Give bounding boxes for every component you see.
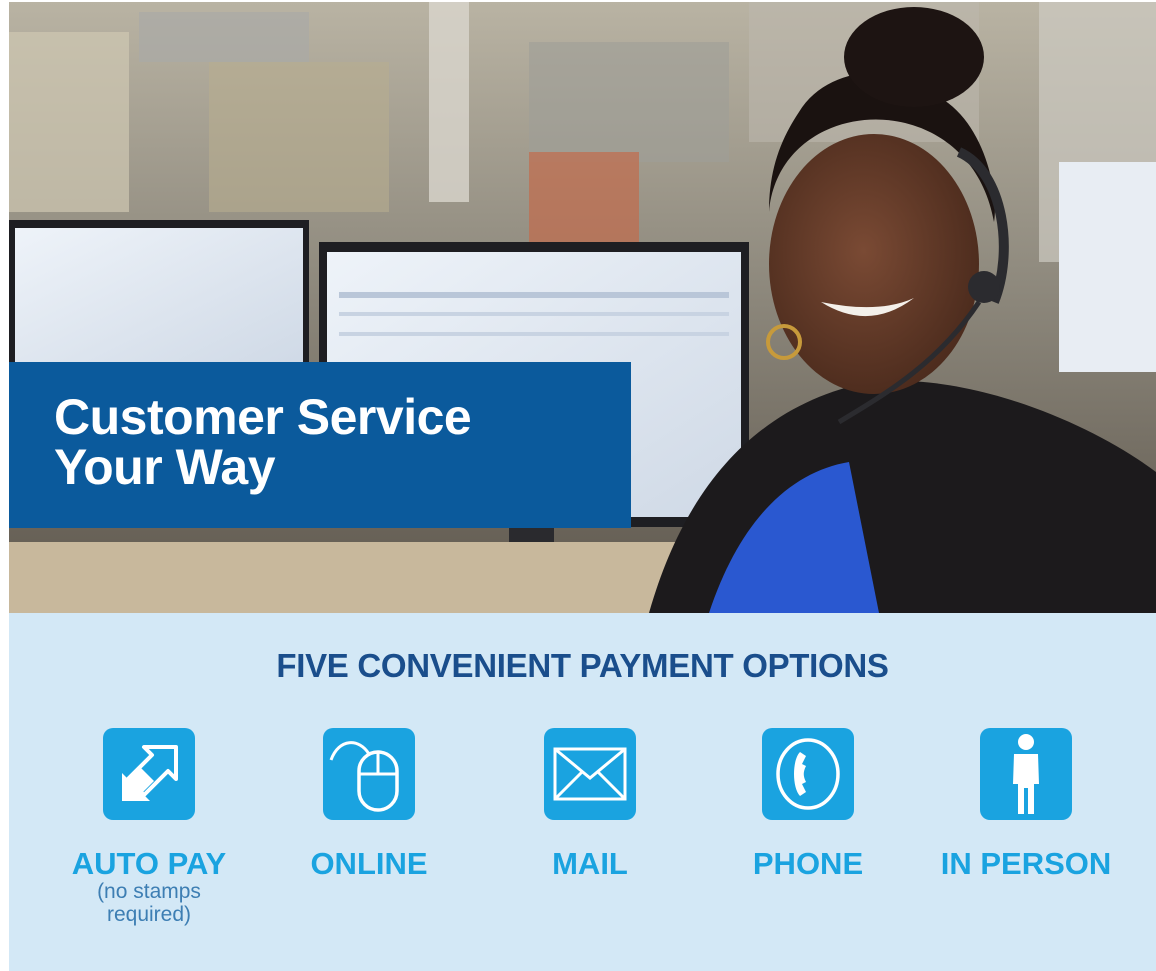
- phone-icon: [762, 728, 854, 820]
- option-in-person-label: IN PERSON: [940, 846, 1112, 881]
- auto-pay-arrows-icon: [103, 728, 195, 820]
- option-online[interactable]: ONLINE: [269, 728, 469, 880]
- envelope-icon: [544, 728, 636, 820]
- option-auto-pay-label: AUTO PAY: [71, 846, 227, 881]
- option-phone[interactable]: PHONE: [708, 728, 908, 880]
- person-icon: [980, 728, 1072, 820]
- option-mail[interactable]: MAIL: [490, 728, 690, 880]
- headline-banner: Customer Service Your Way: [9, 362, 631, 528]
- option-online-label: ONLINE: [310, 846, 428, 881]
- page: Customer Service Your Way FIVE CONVENIEN…: [0, 0, 1156, 971]
- computer-mouse-icon: [323, 728, 415, 820]
- headline-line-2: Your Way: [54, 439, 276, 495]
- headline: Customer Service Your Way: [54, 389, 472, 495]
- option-mail-label: MAIL: [552, 846, 628, 881]
- payment-options-title: FIVE CONVENIENT PAYMENT OPTIONS: [276, 647, 889, 684]
- payment-options-panel: FIVE CONVENIENT PAYMENT OPTIONS AUTO PAY…: [9, 613, 1156, 971]
- option-phone-label: PHONE: [752, 846, 864, 881]
- headline-line-1: Customer Service: [54, 389, 472, 445]
- option-in-person[interactable]: IN PERSON: [926, 728, 1126, 880]
- option-auto-pay-note: (no stamps required): [97, 880, 201, 926]
- option-auto-pay[interactable]: AUTO PAY (no stamps required): [49, 728, 249, 926]
